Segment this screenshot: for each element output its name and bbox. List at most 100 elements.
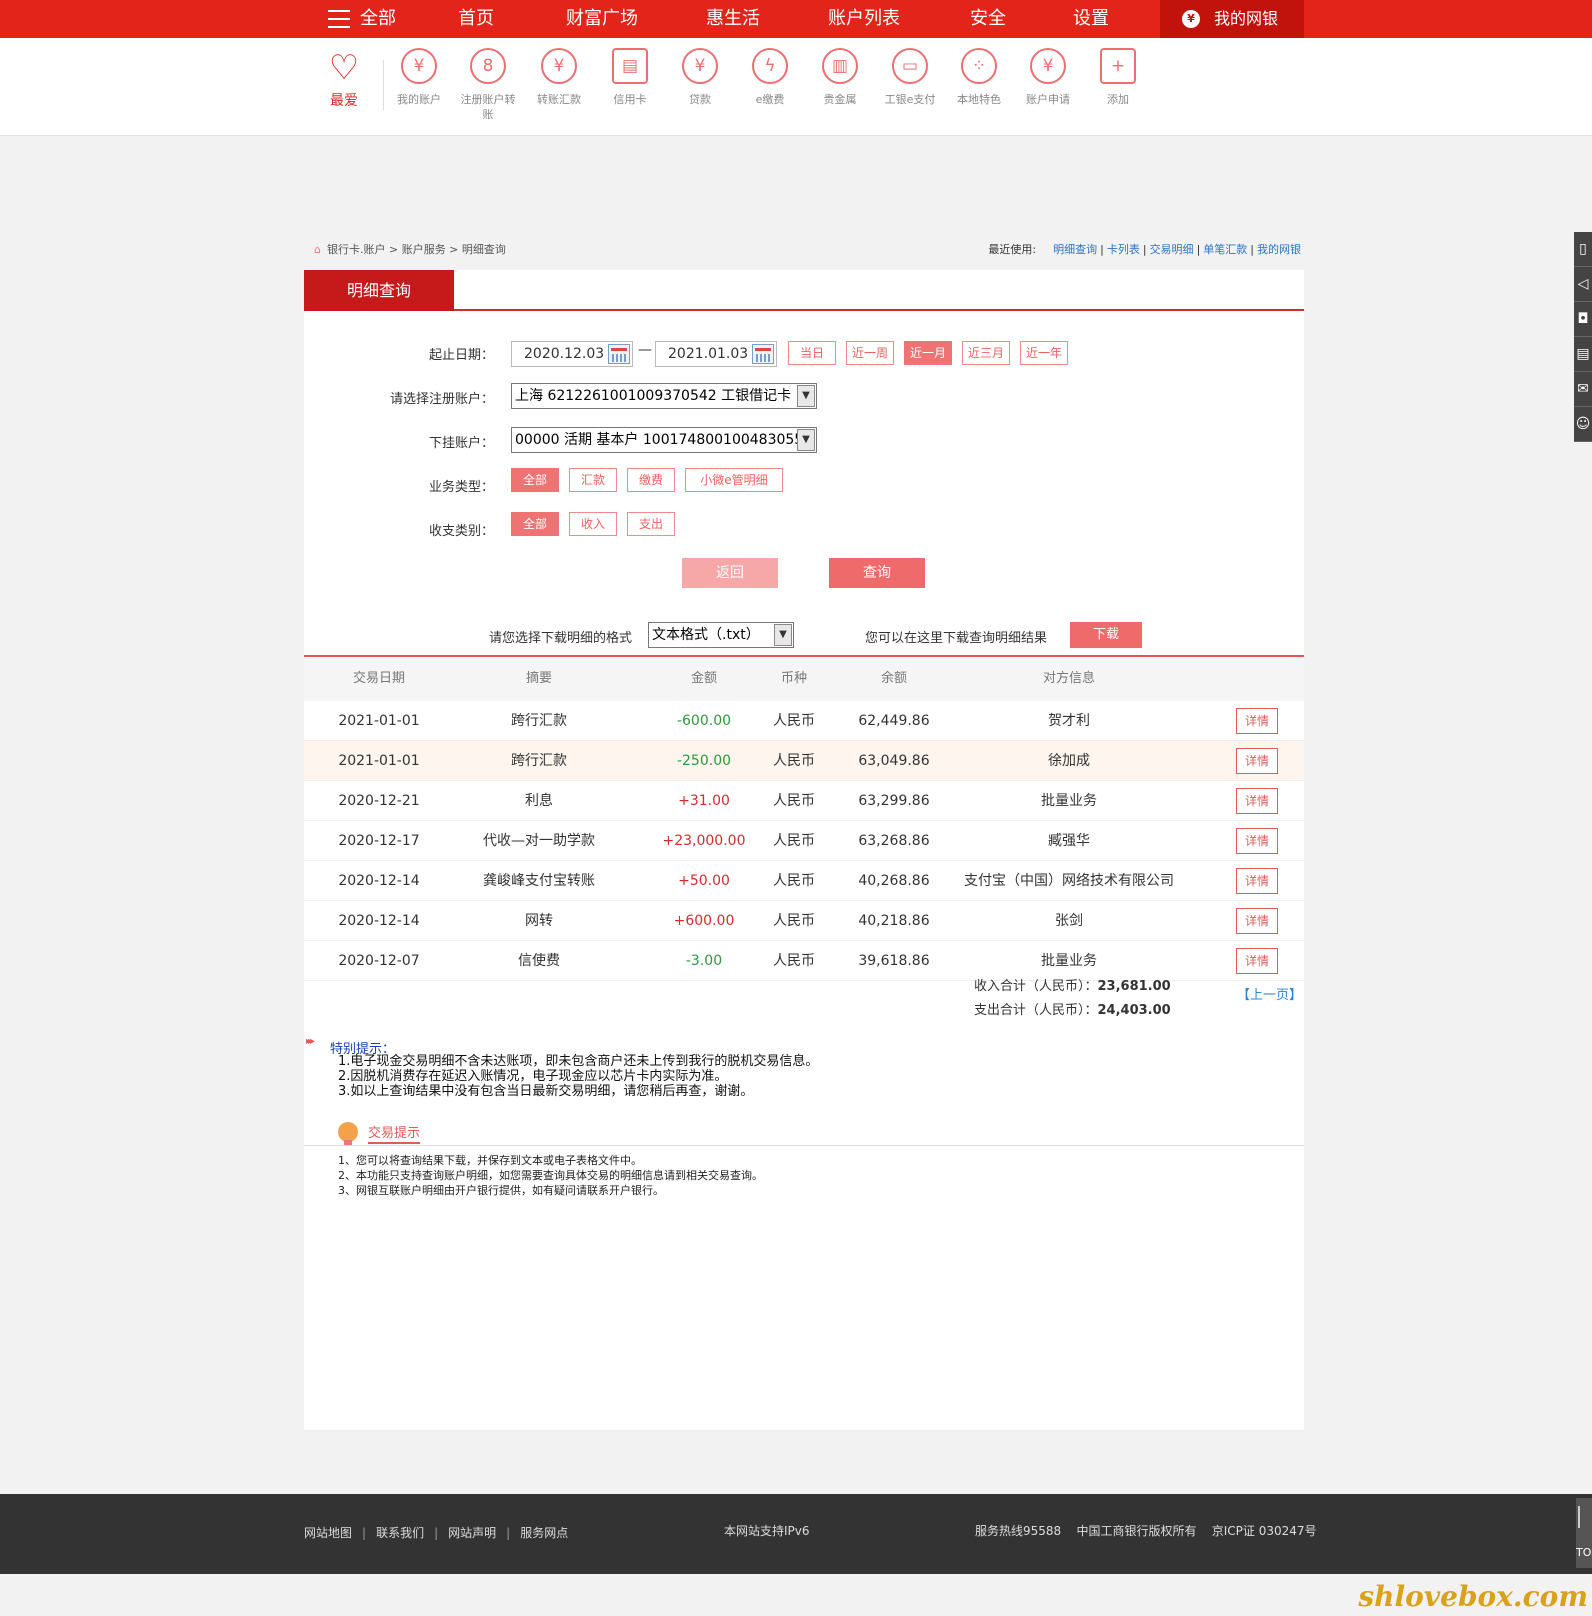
cell-cur: 人民币 (773, 953, 815, 969)
start-date-field[interactable]: 2020.12.03 (511, 341, 633, 367)
quick-item-9[interactable]: ¥ 账户申请 (1013, 48, 1083, 107)
cell-date: 2020-12-07 (338, 953, 420, 969)
footer-link-outlets[interactable]: 服务网点 (520, 1526, 568, 1540)
range-year-button[interactable]: 近一年 (1020, 341, 1068, 365)
footer-link-contact[interactable]: 联系我们 (376, 1526, 424, 1540)
quick-item-8[interactable]: ⁘ 本地特色 (944, 48, 1014, 107)
chevron-down-icon[interactable]: ▼ (797, 385, 815, 407)
tab-detail-query[interactable]: 明细查询 (304, 270, 454, 311)
recent-link-detail[interactable]: 明细查询 (1053, 243, 1097, 256)
arrow-icon: ▸▸▸ (306, 1036, 315, 1047)
download-format-select[interactable]: 文本格式（.txt） ▼ (648, 622, 794, 648)
quick-item-7[interactable]: ▭ 工银e支付 (875, 48, 945, 107)
cell-desc: 龚峻峰支付宝转账 (483, 873, 595, 889)
range-quarter-button[interactable]: 近三月 (962, 341, 1010, 365)
epay-icon: ▭ (892, 48, 928, 84)
chat-icon[interactable]: ☺ (1574, 407, 1592, 442)
chevron-down-icon[interactable]: ▼ (774, 624, 792, 646)
nav-settings[interactable]: 设置 (1073, 0, 1109, 38)
quick-item-4[interactable]: ¥ 贷款 (665, 48, 735, 107)
send-icon[interactable]: ◁ (1574, 267, 1592, 302)
chevron-down-icon[interactable]: ▼ (797, 429, 815, 451)
nav-wealth[interactable]: 财富广场 (566, 0, 638, 38)
biz-micro-button[interactable]: 小微e管明细 (685, 468, 783, 492)
biz-remit-button[interactable]: 汇款 (569, 468, 617, 492)
watermark: shlovebox.com (1358, 1580, 1588, 1613)
breadcrumb-path[interactable]: 银行卡.账户 > 账户服务 > 明细查询 (327, 243, 506, 256)
mail-icon[interactable]: ✉ (1574, 372, 1592, 407)
credit-card-icon: ▤ (612, 48, 648, 84)
quick-item-5[interactable]: ϟ e缴费 (735, 48, 805, 107)
range-month-button[interactable]: 近一月 (904, 341, 952, 365)
back-button[interactable]: 返回 (682, 558, 778, 588)
quick-item-10[interactable]: + 添加 (1083, 48, 1153, 107)
detail-button[interactable]: 详情 (1236, 708, 1278, 734)
cell-cur: 人民币 (773, 913, 815, 929)
gift-icon[interactable]: ▯ (1574, 232, 1592, 267)
detail-button[interactable]: 详情 (1236, 828, 1278, 854)
footer-link-sitemap[interactable]: 网站地图 (304, 1526, 352, 1540)
quick-menu-bar: ♡ 最爱 ¥ 我的账户 8 注册账户转账 ¥ 转账汇款 ▤ 信用卡 ¥ 贷款 ϟ e缴费 ▥ 贵金属 ▭ 工银… (0, 38, 1592, 136)
detail-button[interactable]: 详情 (1236, 788, 1278, 814)
nav-security[interactable]: 安全 (970, 0, 1006, 38)
end-date-field[interactable]: 2021.01.03 (655, 341, 777, 367)
quick-item-1[interactable]: 8 注册账户转账 (453, 48, 523, 122)
quick-item-2[interactable]: ¥ 转账汇款 (524, 48, 594, 107)
back-to-top-button[interactable]: TO (1576, 1498, 1592, 1568)
nav-home[interactable]: 首页 (458, 0, 494, 38)
camera-icon[interactable]: ◘ (1574, 302, 1592, 337)
recent-link-cards[interactable]: 卡列表 (1107, 243, 1140, 256)
cell-desc: 利息 (525, 793, 553, 809)
biz-pay-button[interactable]: 缴费 (627, 468, 675, 492)
hotline: 服务热线95588 (975, 1524, 1062, 1538)
footer-info: 服务热线95588 中国工商银行版权所有 京ICP证 030247号 (975, 1522, 1317, 1539)
income-total-value: 23,681.00 (1097, 979, 1171, 994)
account-label: 请选择注册账户： (389, 392, 494, 407)
quick-item-0[interactable]: ¥ 我的账户 (384, 48, 454, 107)
notes-icon[interactable]: ▤ (1574, 337, 1592, 372)
biz-all-button[interactable]: 全部 (511, 468, 559, 492)
range-today-button[interactable]: 当日 (788, 341, 836, 365)
quick-item-label: 注册账户转账 (460, 93, 516, 121)
cell-desc: 代收—对一助学款 (483, 833, 595, 849)
menu-icon[interactable] (328, 10, 350, 28)
money-bag-icon: ¥ (1182, 10, 1200, 28)
calendar-icon[interactable] (752, 344, 774, 364)
recent-link-txn[interactable]: 交易明细 (1150, 243, 1194, 256)
col-currency: 币种 (780, 671, 807, 686)
recent-link-mynet[interactable]: 我的网银 (1257, 243, 1301, 256)
nav-all[interactable]: 全部 (360, 0, 396, 38)
download-button[interactable]: 下载 (1070, 622, 1142, 648)
cell-amount: +31.00 (678, 793, 730, 809)
nav-accounts[interactable]: 账户列表 (828, 0, 900, 38)
my-netbank-button[interactable]: ¥ 我的网银 (1160, 0, 1304, 38)
quick-item-6[interactable]: ▥ 贵金属 (805, 48, 875, 107)
date-label: 起止日期： (428, 348, 494, 363)
end-date-value: 2021.01.03 (668, 346, 749, 362)
detail-button[interactable]: 详情 (1236, 948, 1278, 974)
account-select[interactable]: 上海 6212261001009370542 工银借记卡 ▼ (511, 383, 817, 409)
nav-life[interactable]: 惠生活 (706, 0, 760, 38)
sub-account-label: 下挂账户： (428, 436, 494, 451)
footer-link-statement[interactable]: 网站声明 (448, 1526, 496, 1540)
favorites-button[interactable]: ♡ 最爱 (320, 48, 368, 110)
local-icon: ⁘ (961, 48, 997, 84)
calendar-icon[interactable] (608, 344, 630, 364)
quick-item-3[interactable]: ▤ 信用卡 (595, 48, 665, 107)
range-week-button[interactable]: 近一周 (846, 341, 894, 365)
recent-link-transfer[interactable]: 单笔汇款 (1203, 243, 1247, 256)
cell-party: 支付宝（中国）网络技术有限公司 (964, 873, 1174, 889)
detail-button[interactable]: 详情 (1236, 908, 1278, 934)
detail-button[interactable]: 详情 (1236, 868, 1278, 894)
detail-button[interactable]: 详情 (1236, 748, 1278, 774)
home-icon[interactable]: ⌂ (314, 243, 321, 256)
flow-all-button[interactable]: 全部 (511, 512, 559, 536)
prev-page-link[interactable]: 【上一页】 (1237, 984, 1302, 1003)
icp: 京ICP证 030247号 (1211, 1524, 1317, 1538)
cell-party: 贺才利 (1048, 713, 1090, 729)
date-separator: — (638, 342, 652, 358)
flow-income-button[interactable]: 收入 (569, 512, 617, 536)
sub-account-select[interactable]: 00000 活期 基本户 1001748001004830552 ▼ (511, 427, 817, 453)
query-button[interactable]: 查询 (829, 558, 925, 588)
flow-expense-button[interactable]: 支出 (627, 512, 675, 536)
